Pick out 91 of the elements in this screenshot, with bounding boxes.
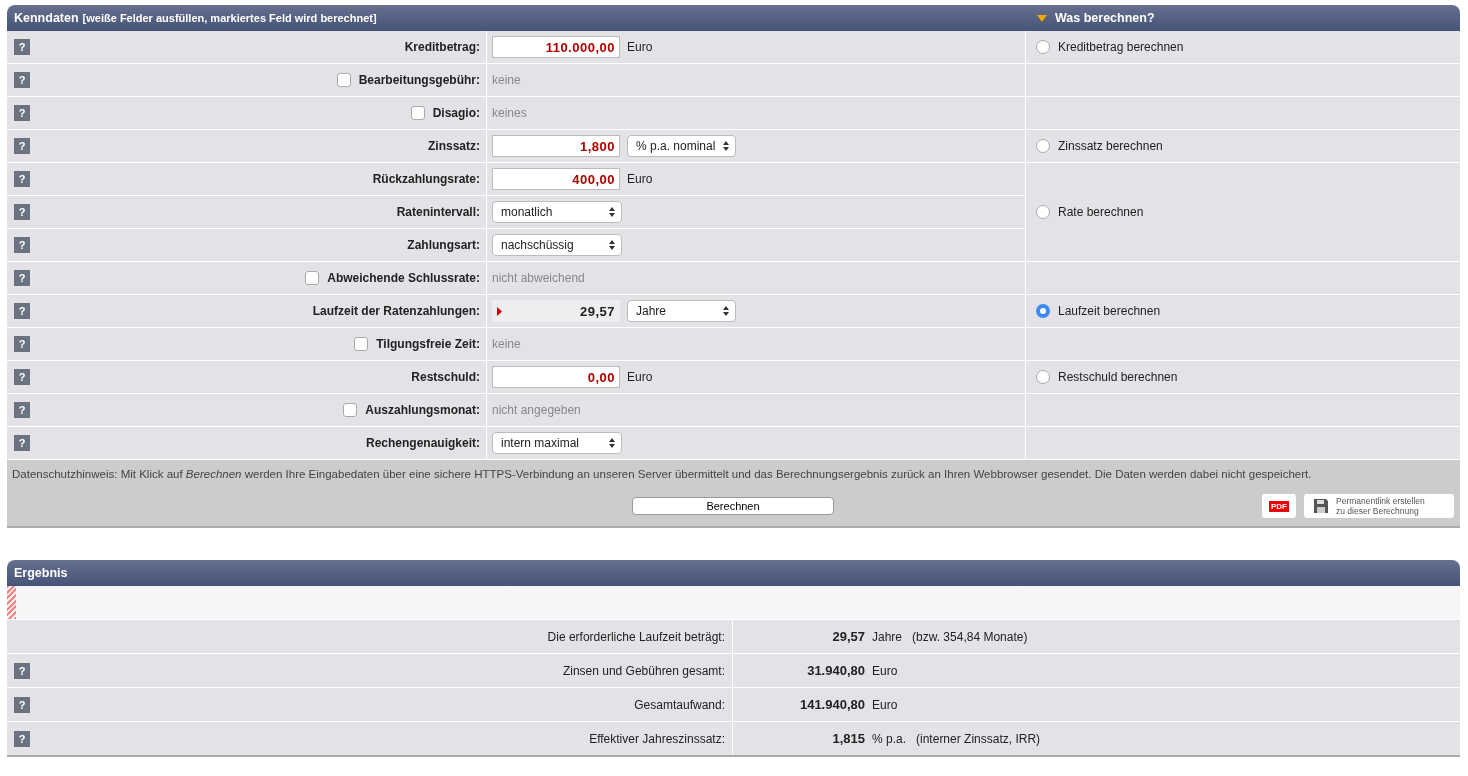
field-label: Auszahlungsmonat: bbox=[365, 403, 480, 417]
privacy-notice: Datenschutzhinweis: Mit Klick auf Berechnen werden Ihre Eingabedaten über eine sichere HTTPS-Verbindung an unseren Server übermittelt und das Berechnungsergebnis zurück an Ihren Webbrowser gesendet. Die Daten werden dabei nicht gespeichert. bbox=[12, 468, 1313, 480]
unit-label: Jahre bbox=[872, 629, 903, 644]
permalink-button[interactable]: Permanentlink erstellen zu dieser Berechnung bbox=[1304, 494, 1454, 518]
unit-label: % p.a. bbox=[872, 731, 907, 746]
panel-subtitle: [weiße Felder ausfüllen, markiertes Feld wird berechnet] bbox=[82, 12, 377, 24]
help-button[interactable]: ? bbox=[14, 204, 30, 220]
radio-label: Kreditbetrag berechnen bbox=[1058, 40, 1184, 54]
dropdown[interactable]: monatlich bbox=[492, 201, 622, 223]
radio-button[interactable] bbox=[1036, 139, 1050, 153]
help-button[interactable]: ? bbox=[14, 662, 30, 679]
triangle-right-icon bbox=[497, 306, 502, 316]
radio-button[interactable] bbox=[1036, 205, 1050, 219]
updown-arrows-icon bbox=[723, 306, 729, 316]
help-button[interactable]: ? bbox=[14, 730, 30, 747]
checkbox[interactable] bbox=[343, 403, 358, 417]
dropdown[interactable]: % p.a. nominal bbox=[627, 135, 736, 157]
checkbox[interactable] bbox=[354, 337, 369, 351]
panel-title: Kenndaten bbox=[14, 11, 79, 25]
field-label: Disagio: bbox=[432, 106, 480, 120]
input-field[interactable]: 400,00 bbox=[492, 168, 620, 190]
triangle-down-icon bbox=[1037, 14, 1047, 22]
help-button[interactable]: ? bbox=[14, 435, 30, 451]
radio-button[interactable] bbox=[1036, 370, 1050, 384]
dropdown[interactable]: intern maximal bbox=[492, 432, 622, 454]
field-label: Zahlungsart: bbox=[407, 238, 480, 252]
help-button[interactable]: ? bbox=[14, 39, 30, 55]
radio-label: Rate berechnen bbox=[1058, 205, 1144, 219]
radio-button[interactable] bbox=[1036, 40, 1050, 54]
help-button[interactable]: ? bbox=[14, 72, 30, 88]
help-button[interactable]: ? bbox=[14, 303, 30, 319]
help-button[interactable]: ? bbox=[14, 696, 30, 713]
field-value: keine bbox=[492, 73, 521, 87]
dropdown[interactable]: Jahre bbox=[627, 300, 736, 322]
field-label: Restschuld: bbox=[411, 370, 480, 384]
radio-label: Restschuld berechnen bbox=[1058, 370, 1178, 384]
field-value: nicht abweichend bbox=[492, 271, 585, 285]
field-label: Bearbeitungsgebühr: bbox=[358, 73, 480, 87]
field-label: Laufzeit der Ratenzahlungen: bbox=[312, 304, 480, 318]
field-label: Kreditbetrag: bbox=[404, 40, 480, 54]
updown-arrows-icon bbox=[609, 207, 615, 217]
field-value: keines bbox=[492, 106, 527, 120]
panel-title: Ergebnis bbox=[14, 566, 68, 580]
field-label: Tilgungsfreie Zeit: bbox=[376, 337, 480, 351]
hatched-marker bbox=[7, 586, 16, 619]
field-value: keine bbox=[492, 337, 521, 351]
help-button[interactable]: ? bbox=[14, 105, 30, 121]
result-label: Zinsen und Gebühren gesamt: bbox=[562, 663, 725, 678]
help-button[interactable]: ? bbox=[14, 237, 30, 253]
help-button[interactable]: ? bbox=[14, 336, 30, 352]
calculate-button[interactable]: Berechnen bbox=[632, 497, 834, 515]
field-label: Rückzahlungsrate: bbox=[372, 172, 480, 186]
radio-button[interactable] bbox=[1036, 304, 1050, 318]
result-note: (bzw. 354,84 Monate) bbox=[912, 629, 1028, 644]
checkbox[interactable] bbox=[336, 73, 351, 87]
field-label: Abweichende Schlussrate: bbox=[327, 271, 480, 285]
computed-field: 29,57 bbox=[492, 300, 620, 322]
input-field[interactable]: 1,800 bbox=[492, 135, 620, 157]
updown-arrows-icon bbox=[609, 240, 615, 250]
unit-label: Euro bbox=[627, 370, 653, 384]
help-button[interactable]: ? bbox=[14, 270, 30, 286]
field-label: Rechengenauigkeit: bbox=[365, 436, 480, 450]
unit-label: Euro bbox=[872, 663, 898, 678]
help-button[interactable]: ? bbox=[14, 171, 30, 187]
pdf-button[interactable]: PDF bbox=[1262, 494, 1296, 518]
unit-label: Euro bbox=[627, 172, 653, 186]
help-button[interactable]: ? bbox=[14, 138, 30, 154]
updown-arrows-icon bbox=[609, 438, 615, 448]
result-note: (interner Zinssatz, IRR) bbox=[916, 731, 1041, 746]
updown-arrows-icon bbox=[723, 141, 729, 151]
result-value: 141.940,80 bbox=[798, 697, 865, 712]
result-value: 29,57 bbox=[831, 629, 865, 644]
radio-label: Laufzeit berechnen bbox=[1058, 304, 1161, 318]
unit-label: Euro bbox=[627, 40, 653, 54]
input-field[interactable]: 0,00 bbox=[492, 366, 620, 388]
result-label: Die erforderliche Laufzeit beträgt: bbox=[547, 629, 725, 644]
input-field[interactable]: 110.000,00 bbox=[492, 36, 620, 58]
radio-label: Zinssatz berechnen bbox=[1058, 139, 1163, 153]
field-label: Zinssatz: bbox=[428, 139, 480, 153]
help-button[interactable]: ? bbox=[14, 369, 30, 385]
field-label: Ratenintervall: bbox=[396, 205, 480, 219]
checkbox[interactable] bbox=[410, 106, 425, 120]
side-title: Was berechnen? bbox=[1055, 11, 1155, 25]
help-button[interactable]: ? bbox=[14, 402, 30, 418]
result-label: Gesamtaufwand: bbox=[634, 697, 725, 712]
unit-label: Euro bbox=[872, 697, 898, 712]
checkbox[interactable] bbox=[305, 271, 320, 285]
result-value: 1,815 bbox=[831, 731, 865, 746]
result-label: Effektiver Jahreszinssatz: bbox=[589, 731, 725, 746]
dropdown[interactable]: nachschüssig bbox=[492, 234, 622, 256]
result-value: 31.940,80 bbox=[806, 663, 865, 678]
